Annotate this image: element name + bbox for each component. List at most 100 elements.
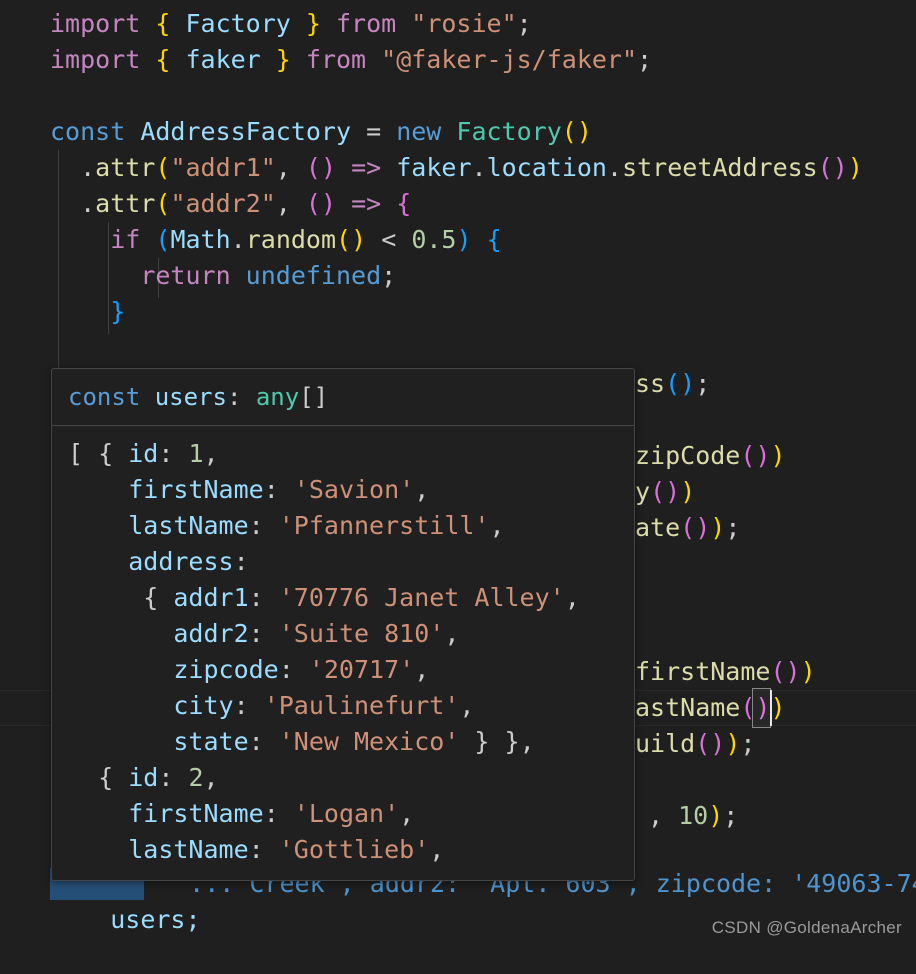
code-token: : (226, 383, 256, 411)
code-token: , (648, 801, 679, 830)
hover-line: firstName: 'Logan', (68, 796, 618, 832)
code-token: addr2 (173, 619, 249, 648)
code-editor[interactable]: import { Factory } from "rosie"; import {… (0, 0, 916, 950)
code-token: ) (710, 729, 726, 758)
code-token: ) (680, 369, 696, 398)
code-token: ) (710, 513, 726, 542)
code-token: 'Gottlieb' (278, 835, 430, 864)
code-token: : (158, 763, 189, 792)
code-token: ) (695, 513, 711, 542)
code-token: ; (695, 369, 711, 398)
code-token: , (429, 835, 445, 864)
code-token: : (248, 619, 279, 648)
code-token: , (459, 691, 475, 720)
code-token: ( (680, 513, 696, 542)
code-token: : (233, 691, 264, 720)
code-token: : (263, 799, 294, 828)
code-token: : (278, 655, 309, 684)
code-token: y (635, 477, 651, 506)
code-token: ) (785, 657, 801, 686)
code-token: , (203, 763, 219, 792)
code-token: lastName (128, 835, 249, 864)
hover-line: zipcode: '20717', (68, 652, 618, 688)
code-token: 'Savion' (293, 475, 415, 504)
code-token: zipcode (173, 655, 279, 684)
code-token: ) (665, 477, 681, 506)
code-token: id (128, 763, 159, 792)
code-token: , (564, 583, 580, 612)
code-token: uild (635, 729, 696, 758)
watermark: CSDN @GoldenaArcher (711, 918, 902, 937)
code-token: firstName (128, 799, 264, 828)
code-token: } }, (459, 727, 535, 756)
code-token: 10 (678, 801, 709, 830)
hover-line: address: (68, 544, 618, 580)
code-token: ) (770, 693, 786, 722)
code-token: state (173, 727, 249, 756)
code-token: 'Suite 810' (278, 619, 445, 648)
code-token: 'New Mexico' (278, 727, 460, 756)
code-token: ( (740, 441, 756, 470)
hover-line: { addr1: '70776 Janet Alley', (68, 580, 618, 616)
code-token: : (248, 727, 279, 756)
code-token: users (154, 383, 227, 411)
code-token: : (248, 511, 279, 540)
code-token: address (128, 547, 234, 576)
code-token: ) (800, 657, 816, 686)
hover-tooltip[interactable]: const users: any[] [ { id: 1, firstName:… (51, 368, 635, 881)
code-token: ss (635, 369, 666, 398)
code-token: city (173, 691, 234, 720)
code-token: '70776 Janet Alley' (278, 583, 565, 612)
code-token: , (489, 511, 505, 540)
code-token: , (444, 619, 460, 648)
code-token: id (128, 439, 159, 468)
hover-line: city: 'Paulinefurt', (68, 688, 618, 724)
code-token: lastName (128, 511, 249, 540)
code-token: , (203, 439, 219, 468)
hover-line: lastName: 'Gottlieb', (68, 832, 618, 868)
code-token: , (399, 799, 415, 828)
hover-line: addr2: 'Suite 810', (68, 616, 618, 652)
code-token: ( (650, 477, 666, 506)
code-token: '20717' (308, 655, 415, 684)
code-token: addr1 (173, 583, 249, 612)
code-token: firstName (128, 475, 264, 504)
code-token: { (68, 763, 129, 792)
code-token: 1 (188, 439, 204, 468)
code-token: zipCode (635, 441, 741, 470)
code-token: [ { (68, 439, 129, 468)
code-token: : (248, 835, 279, 864)
code-token: ) (708, 801, 724, 830)
code-token: { (68, 583, 174, 612)
code-token: 'Paulinefurt' (263, 691, 460, 720)
code-token: firstName (635, 657, 771, 686)
code-token: : (233, 547, 249, 576)
code-token: ) (725, 729, 741, 758)
hover-line: { id: 2, (68, 760, 618, 796)
code-token: : (158, 439, 189, 468)
hover-line: lastName: 'Pfannerstill', (68, 508, 618, 544)
code-token: , (414, 475, 430, 504)
code-token: [] (299, 383, 329, 411)
code-token: ; (725, 513, 741, 542)
code-token: ( (770, 657, 786, 686)
code-token: astName (635, 693, 741, 722)
hover-tooltip-header: const users: any[] (52, 369, 634, 426)
text-cursor (770, 690, 772, 726)
code-token: ( (665, 369, 681, 398)
selected-token[interactable]: users; (110, 905, 200, 934)
code-token: ( (695, 729, 711, 758)
code-token: , (414, 655, 430, 684)
code-token: 'Pfannerstill' (278, 511, 490, 540)
code-token: : (248, 583, 279, 612)
code-token: ; (740, 729, 756, 758)
code-token: ) (680, 477, 696, 506)
